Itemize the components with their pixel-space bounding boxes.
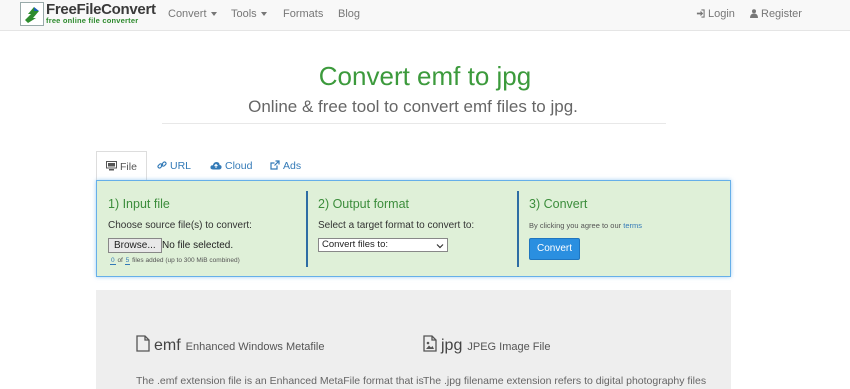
monitor-icon: [106, 161, 117, 174]
source-format-description: The .emf extension file is an Enhanced M…: [136, 375, 424, 387]
nav-formats-link[interactable]: Formats: [283, 8, 323, 20]
nav-tools-menu[interactable]: Tools: [231, 8, 267, 20]
nav-convert-menu[interactable]: Convert: [168, 8, 217, 20]
source-format-ext: emf: [154, 337, 181, 354]
file-icon: [136, 335, 150, 357]
nav-tools-label: Tools: [231, 8, 257, 20]
register-label: Register: [761, 8, 802, 20]
tab-url[interactable]: URL: [157, 151, 191, 181]
nav-blog-link[interactable]: Blog: [338, 8, 360, 20]
file-count-text: 0 of 5 files added (up to 300 MiB combin…: [110, 257, 240, 265]
source-format-heading: emf Enhanced Windows Metafile: [136, 335, 324, 357]
login-link[interactable]: Login: [696, 8, 735, 21]
page-subtitle: Online & free tool to convert emf files …: [248, 97, 578, 116]
converter-panel: 1) Input file Choose source file(s) to c…: [96, 180, 731, 277]
brand-tagline: free online file converter: [46, 16, 139, 25]
target-format-name: JPEG Image File: [467, 341, 551, 353]
chevron-down-icon: [436, 241, 444, 253]
step-convert-title: 3) Convert: [529, 197, 588, 211]
chevron-down-icon: [260, 12, 267, 17]
files-max-count: 5: [124, 257, 131, 265]
step-input-instruction: Choose source file(s) to convert:: [108, 220, 252, 231]
tab-ads[interactable]: Ads: [270, 151, 301, 181]
chevron-down-icon: [210, 12, 217, 17]
external-link-icon: [270, 160, 280, 173]
target-format-description: The .jpg filename extension refers to di…: [423, 375, 707, 387]
step-output-instruction: Select a target format to convert to:: [318, 220, 475, 231]
step-divider: [306, 191, 308, 267]
tab-file-label: File: [120, 161, 137, 173]
link-icon: [157, 160, 167, 173]
no-file-selected-text: No file selected.: [162, 240, 234, 251]
browse-button[interactable]: Browse...: [108, 238, 162, 253]
cloud-icon: [210, 161, 222, 173]
tab-file[interactable]: File: [96, 151, 147, 181]
convert-button[interactable]: Convert: [529, 238, 580, 260]
tab-cloud[interactable]: Cloud: [210, 151, 252, 181]
target-format-select-value: Convert files to:: [322, 239, 388, 250]
file-count-suffix: files added (up to 300 MiB combined): [132, 257, 240, 264]
nav-convert-label: Convert: [168, 8, 207, 20]
terms-agreement-text: By clicking you agree to our terms: [529, 221, 642, 230]
terms-link[interactable]: terms: [623, 221, 642, 230]
format-info-section: emf Enhanced Windows Metafile The .emf e…: [96, 290, 731, 389]
user-icon: [750, 9, 758, 21]
source-format-name: Enhanced Windows Metafile: [185, 341, 325, 353]
heading-divider: [162, 123, 666, 124]
file-count-of: of: [117, 257, 123, 264]
target-format-ext: jpg: [441, 337, 463, 354]
brand-logo[interactable]: FreeFileConvert free online file convert…: [20, 2, 156, 28]
files-added-count: 0: [110, 257, 116, 265]
top-navbar: FreeFileConvert free online file convert…: [0, 0, 850, 31]
login-label: Login: [708, 8, 735, 20]
terms-agreement-label: By clicking you agree to our: [529, 221, 622, 230]
step-output-title: 2) Output format: [318, 197, 410, 211]
page-title: Convert emf to jpg: [318, 61, 532, 91]
login-icon: [696, 9, 705, 21]
step-input-title: 1) Input file: [108, 197, 170, 211]
logo-icon: [20, 2, 44, 26]
tab-ads-label: Ads: [283, 160, 302, 172]
target-format-heading: jpg JPEG Image File: [423, 335, 551, 357]
tab-url-label: URL: [170, 160, 192, 172]
target-format-select[interactable]: Convert files to:: [318, 238, 448, 252]
register-link[interactable]: Register: [750, 8, 802, 21]
image-file-icon: [423, 335, 437, 357]
step-divider: [517, 191, 519, 267]
tab-cloud-label: Cloud: [225, 160, 253, 172]
brand-name: FreeFileConvert: [46, 1, 156, 18]
